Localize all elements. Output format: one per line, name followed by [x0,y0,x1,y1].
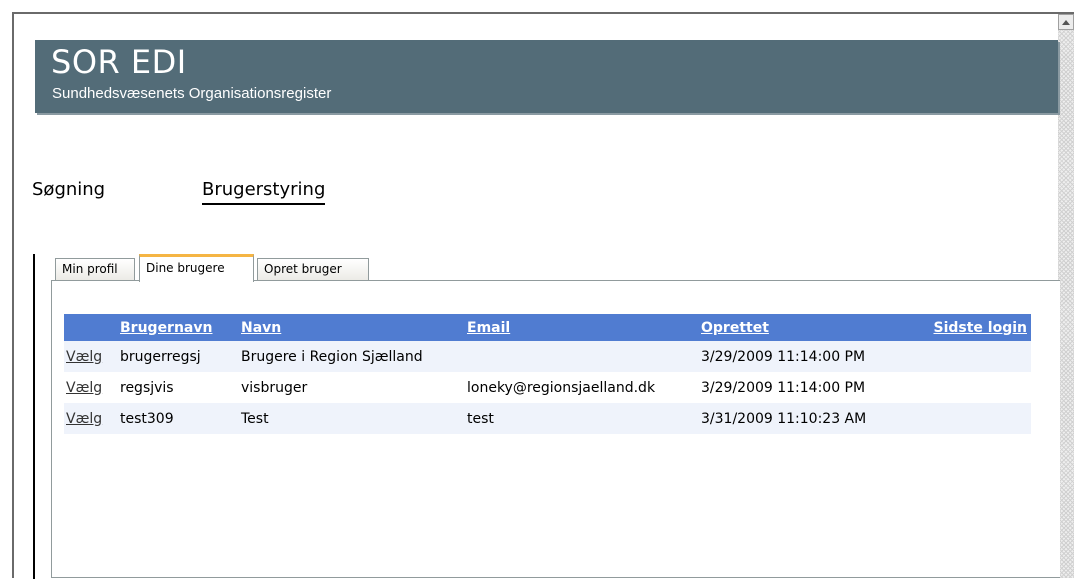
row-select-cell: Vælg [64,372,118,403]
sort-sidste-login-link[interactable]: Sidste login [933,320,1027,336]
window-frame-top [12,12,1074,14]
header-select [64,314,118,341]
select-link[interactable]: Vælg [66,411,102,427]
header-brugernavn[interactable]: Brugernavn [118,314,239,341]
table-row: Vælg brugerregsj Brugere i Region Sjælla… [64,341,1031,372]
header-oprettet[interactable]: Oprettet [699,314,911,341]
app-title: SOR EDI [51,43,187,81]
row-select-cell: Vælg [64,403,118,434]
sort-brugernavn-link[interactable]: Brugernavn [120,320,212,336]
vertical-scrollbar[interactable] [1058,14,1074,578]
header-navn[interactable]: Navn [239,314,465,341]
tab-opret-bruger[interactable]: Opret bruger [257,258,369,280]
created-cell: 3/31/2009 11:10:23 AM [699,403,911,434]
email-cell [465,341,699,372]
scroll-up-arrow-icon [1062,19,1070,25]
header-banner: SOR EDI Sundhedsvæsenets Organisationsre… [35,40,1058,113]
nav-search-link[interactable]: Søgning [32,178,105,202]
header-sidste-login[interactable]: Sidste login [911,314,1031,341]
table-row: Vælg test309 Test test 3/31/2009 11:10:2… [64,403,1031,434]
row-select-cell: Vælg [64,341,118,372]
created-cell: 3/29/2009 11:14:00 PM [699,372,911,403]
last-login-cell [911,372,1031,403]
users-table: Brugernavn Navn Email Oprettet Sidste lo… [64,314,1031,434]
username-cell: test309 [118,403,239,434]
email-cell: test [465,403,699,434]
left-divider [33,254,35,579]
sort-oprettet-link[interactable]: Oprettet [701,320,769,336]
nav-user-admin-link[interactable]: Brugerstyring [202,178,326,205]
table-header-row: Brugernavn Navn Email Oprettet Sidste lo… [64,314,1031,341]
username-cell: regsjvis [118,372,239,403]
window-frame-left [12,12,14,578]
scroll-up-button[interactable] [1058,14,1074,30]
tab-dine-brugere[interactable]: Dine brugere [139,254,254,282]
created-cell: 3/29/2009 11:14:00 PM [699,341,911,372]
name-cell: Test [239,403,465,434]
header-email[interactable]: Email [465,314,699,341]
last-login-cell [911,403,1031,434]
name-cell: visbruger [239,372,465,403]
last-login-cell [911,341,1031,372]
email-cell: loneky@regionsjaelland.dk [465,372,699,403]
table-row: Vælg regsjvis visbruger loneky@regionsja… [64,372,1031,403]
select-link[interactable]: Vælg [66,349,102,365]
username-cell: brugerregsj [118,341,239,372]
tab-min-profil[interactable]: Min profil [55,258,135,280]
sort-email-link[interactable]: Email [467,320,510,336]
sort-navn-link[interactable]: Navn [241,320,281,336]
app-subtitle: Sundhedsvæsenets Organisationsregister [52,85,332,102]
select-link[interactable]: Vælg [66,380,102,396]
name-cell: Brugere i Region Sjælland [239,341,465,372]
